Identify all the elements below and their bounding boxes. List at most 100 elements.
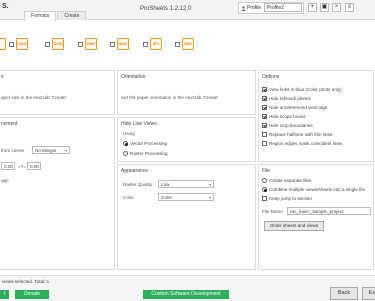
replace-halftone-checkbox[interactable]: Replace halftone with thin lines: [262, 132, 332, 137]
format-checkbox[interactable]: [78, 41, 83, 47]
raster-quality-select[interactable]: Low ▾: [158, 180, 214, 188]
format-ifc[interactable]: IFC: [143, 38, 162, 50]
add-profile-button[interactable]: +: [308, 3, 317, 12]
profile-label: Profile: [247, 5, 262, 11]
checkbox[interactable]: [262, 123, 267, 128]
app-logo: S.: [2, 3, 9, 10]
checkbox[interactable]: [262, 114, 267, 119]
order-sheets-button[interactable]: Order sheets and views: [264, 221, 324, 231]
donate-button[interactable]: Donate: [15, 290, 49, 299]
vector-processing-radio[interactable]: Vector Processing: [123, 141, 167, 146]
window-title: ProSheets 1.2.12.0: [140, 6, 192, 12]
hidden-line-title: Hide Line Views: [121, 121, 157, 127]
save-profile-button[interactable]: ▣: [320, 3, 329, 12]
file-panel: File Create separate files Combine multi…: [258, 164, 374, 270]
raster-quality-label: Raster Quality: [123, 182, 153, 187]
color-select[interactable]: Color ▾: [158, 193, 214, 201]
nwc-file-icon: NWC: [117, 38, 129, 50]
paper-size-title: e: [1, 74, 4, 80]
hide-crop-boundaries-checkbox[interactable]: Hide crop boundaries: [262, 123, 313, 128]
color-label: Color: [123, 195, 134, 200]
option-label: Hide ref/work planes: [269, 96, 311, 101]
format-selector: DWG DGN DWF NWC IFC IMG: [0, 28, 375, 58]
separate-files-radio[interactable]: Create separate files: [262, 178, 311, 183]
left-action-button[interactable]: t: [0, 290, 9, 299]
combine-files-radio[interactable]: Combine multiple views/sheets into a sin…: [262, 187, 365, 192]
profile-menu-button[interactable]: ≡: [345, 3, 354, 12]
dgn-file-icon: DGN: [52, 38, 64, 50]
using-label: Using: [123, 131, 135, 136]
orientation-panel: Orientation Set the paper orientation in…: [117, 70, 256, 115]
radio-label: Vector Processing: [130, 141, 168, 146]
delete-profile-button[interactable]: ×: [332, 3, 341, 12]
custom-software-button[interactable]: Custom Software Development: [143, 290, 229, 299]
radio-button[interactable]: [123, 141, 128, 146]
option-label: Hide crop boundaries: [269, 123, 313, 128]
hide-scope-boxes-checkbox[interactable]: Hide scope boxes: [262, 114, 306, 119]
options-title: Options: [262, 74, 280, 80]
option-label: Hide unreferenced view tags: [269, 105, 328, 110]
radio-button[interactable]: [262, 187, 267, 192]
orientation-title: Orientation: [121, 74, 146, 80]
format-checkbox[interactable]: [9, 41, 14, 47]
format-nwc[interactable]: NWC: [110, 38, 129, 50]
color-value: Color: [161, 195, 172, 200]
main-tabs: Formats Create: [24, 11, 87, 21]
keep-jump-checkbox[interactable]: Keep jump to section: [262, 196, 312, 201]
orientation-hint: Set the paper orientation in the next ta…: [121, 95, 219, 100]
checkbox[interactable]: [262, 196, 267, 201]
pdf-format-icon[interactable]: [0, 38, 6, 50]
margin-select[interactable]: No Margin ▾: [32, 146, 70, 154]
format-dwg[interactable]: DWG: [9, 38, 28, 50]
radio-label: Create separate files: [269, 178, 312, 183]
region-edges-mask-checkbox[interactable]: Region edges mask coincident lines: [262, 141, 342, 146]
file-title: File: [262, 168, 271, 174]
dwg-file-icon: DWG: [16, 38, 28, 50]
export-button[interactable]: Ex: [362, 287, 375, 300]
paper-size-hint: aper size in the next tab 'Create': [1, 95, 67, 100]
checkbox[interactable]: [262, 87, 267, 92]
tab-create[interactable]: Create: [57, 11, 87, 20]
option-label: Replace halftone with thin lines: [269, 132, 333, 137]
raster-processing-radio[interactable]: Raster Processing: [123, 151, 168, 156]
view-links-blue-checkbox[interactable]: View links in blue (Color prints only): [262, 87, 342, 92]
appearance-panel: Appearance Raster Quality Low ▾ Color Col…: [117, 164, 256, 270]
offset-x-input[interactable]: 0.00: [1, 162, 15, 170]
user-icon: [241, 5, 246, 11]
checkbox[interactable]: [262, 105, 267, 110]
format-checkbox[interactable]: [175, 41, 180, 47]
tab-formats[interactable]: Formats: [24, 11, 57, 21]
checkbox[interactable]: [262, 141, 267, 146]
format-dgn[interactable]: DGN: [45, 38, 64, 50]
option-label: Keep jump to section: [269, 196, 312, 201]
back-button[interactable]: Back: [330, 287, 358, 300]
status-bar: views selected. Total: 1 t Donate Custom…: [0, 275, 375, 301]
radio-label: Raster Processing: [130, 151, 168, 156]
zoom-label: age: [1, 178, 9, 183]
radio-button[interactable]: [262, 178, 267, 183]
title-bar: S. Formats Create ProSheets 1.2.12.0 Pro…: [0, 0, 375, 21]
format-dwf[interactable]: DWF: [78, 38, 97, 50]
options-panel: Options View links in blue (Color prints…: [258, 70, 374, 162]
checkbox[interactable]: [262, 132, 267, 137]
radio-button[interactable]: [123, 151, 128, 156]
format-checkbox[interactable]: [45, 41, 50, 47]
offset-y-label: =Y=: [18, 164, 27, 169]
raster-quality-value: Low: [161, 182, 170, 187]
offset-from-corner-label: from corner: [1, 148, 25, 153]
hide-unreferenced-tags-checkbox[interactable]: Hide unreferenced view tags: [262, 105, 327, 110]
hide-ref-planes-checkbox[interactable]: Hide ref/work planes: [262, 96, 311, 101]
appearance-title: Appearance: [121, 168, 148, 174]
file-name-input[interactable]: rac_basic_sample_project: [287, 207, 371, 215]
format-img[interactable]: IMG: [175, 38, 194, 50]
radio-label: Combine multiple views/sheets into a sin…: [269, 187, 366, 192]
format-checkbox[interactable]: [143, 41, 148, 47]
option-label: Hide scope boxes: [269, 114, 306, 119]
file-name-label: File Name: [262, 209, 283, 214]
option-label: View links in blue (Color prints only): [269, 87, 342, 92]
offset-y-input[interactable]: 0.00: [27, 162, 41, 170]
checkbox[interactable]: [262, 96, 267, 101]
dwf-file-icon: DWF: [85, 38, 97, 50]
profile-select[interactable]: Profile2: [264, 3, 302, 12]
format-checkbox[interactable]: [110, 41, 115, 47]
